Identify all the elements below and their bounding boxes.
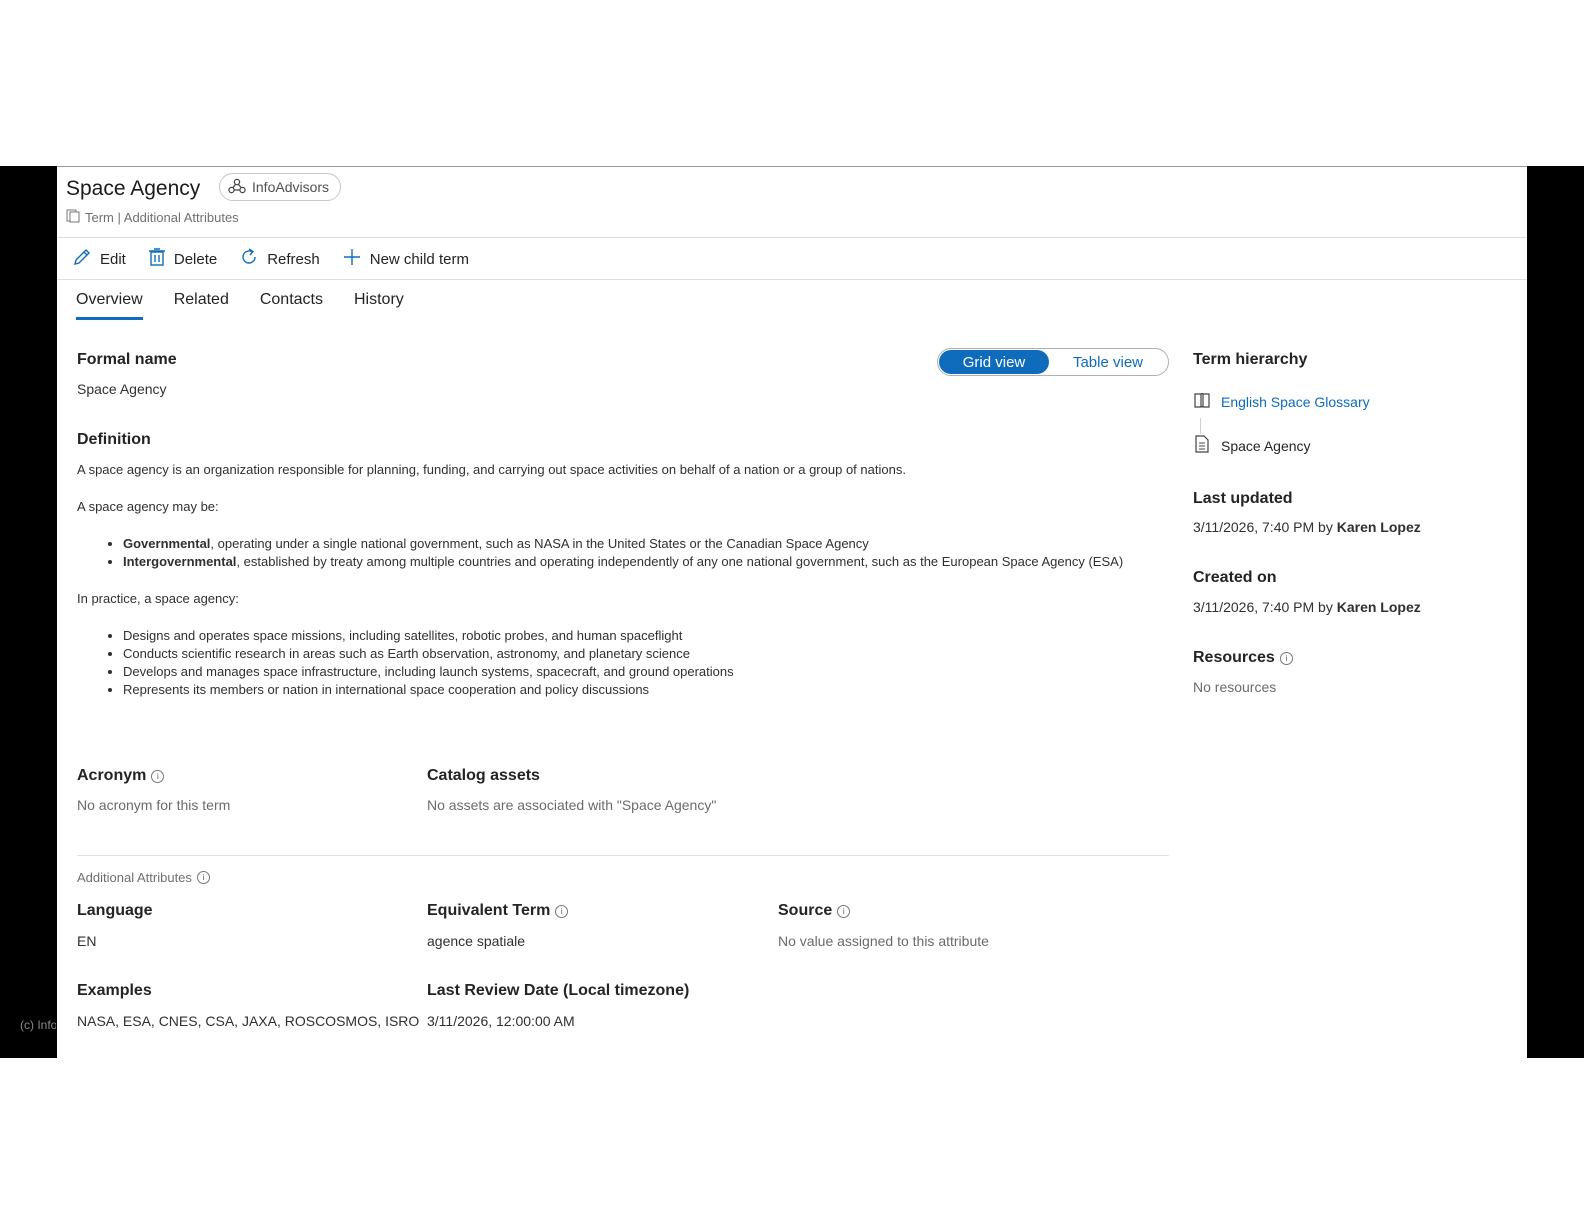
document-icon bbox=[1193, 435, 1211, 456]
list-item: Governmental, operating under a single n… bbox=[123, 535, 1127, 553]
definition-paragraph: A space agency is an organization respon… bbox=[77, 462, 906, 477]
last-updated-label: Last updated bbox=[1193, 490, 1293, 507]
created-on-user: Karen Lopez bbox=[1336, 599, 1421, 615]
copyright-text: (c) InfoAdvisors bbox=[20, 1018, 56, 1032]
hierarchy-term-item: Space Agency bbox=[1193, 435, 1311, 456]
list-item: Designs and operates space missions, inc… bbox=[123, 627, 1127, 645]
breadcrumb-text: Term | Additional Attributes bbox=[85, 210, 239, 225]
grid-view-button[interactable]: Grid view bbox=[939, 350, 1049, 374]
edit-icon bbox=[72, 247, 92, 271]
list-item-text: , operating under a single national gove… bbox=[210, 536, 869, 551]
agency-activity-list: Designs and operates space missions, inc… bbox=[77, 627, 1127, 699]
info-icon[interactable]: i bbox=[151, 769, 165, 783]
glossary-book-icon bbox=[1193, 391, 1211, 412]
catalog-assets-value: No assets are associated with "Space Age… bbox=[427, 797, 717, 813]
tab-bar: Overview Related Contacts History bbox=[76, 291, 404, 320]
terms-icon bbox=[66, 209, 80, 226]
equivalent-term-value: agence spatiale bbox=[427, 933, 526, 949]
tab-overview[interactable]: Overview bbox=[76, 291, 143, 320]
table-view-button[interactable]: Table view bbox=[1049, 350, 1167, 374]
definition-paragraph: In practice, a space agency: bbox=[77, 591, 239, 606]
last-updated-value: 3/11/2026, 7:40 PM by Karen Lopez bbox=[1193, 519, 1421, 535]
tab-contacts[interactable]: Contacts bbox=[260, 291, 323, 320]
page-title: Space Agency bbox=[66, 177, 201, 200]
definition-body: A space agency is an organization respon… bbox=[77, 461, 1127, 718]
list-item: Represents its members or nation in inte… bbox=[123, 681, 1127, 699]
term-hierarchy-label: Term hierarchy bbox=[1193, 351, 1308, 368]
examples-value: NASA, ESA, CNES, CSA, JAXA, ROSCOSMOS, I… bbox=[77, 1013, 420, 1029]
equivalent-term-label-row: Equivalent Term i bbox=[427, 902, 569, 920]
language-value: EN bbox=[77, 933, 97, 949]
created-on-label: Created on bbox=[1193, 569, 1277, 586]
list-item-bold: Governmental bbox=[123, 536, 211, 551]
plus-icon bbox=[342, 247, 362, 271]
refresh-button[interactable]: Refresh bbox=[239, 247, 320, 271]
domain-chip[interactable]: InfoAdvisors bbox=[219, 173, 342, 201]
formal-name-value: Space Agency bbox=[77, 381, 167, 397]
definition-paragraph: A space agency may be: bbox=[77, 499, 219, 514]
tab-history[interactable]: History bbox=[354, 291, 404, 320]
acronym-label: Acronym bbox=[77, 767, 147, 784]
list-item: Conducts scientific research in areas su… bbox=[123, 645, 1127, 663]
delete-label: Delete bbox=[173, 250, 218, 268]
hierarchy-connector bbox=[1200, 418, 1201, 434]
list-item: Intergovernmental, established by treaty… bbox=[123, 553, 1127, 571]
source-label: Source bbox=[778, 902, 833, 919]
header-divider bbox=[57, 237, 1527, 238]
formal-name-label: Formal name bbox=[77, 351, 177, 368]
section-divider bbox=[77, 855, 1169, 856]
edit-button[interactable]: Edit bbox=[72, 247, 126, 271]
domain-chip-label: InfoAdvisors bbox=[252, 179, 330, 195]
network-icon bbox=[228, 178, 246, 197]
command-bar: Edit Delete Refresh New child term bbox=[72, 247, 469, 271]
resources-value: No resources bbox=[1193, 679, 1277, 695]
equivalent-term-label: Equivalent Term bbox=[427, 902, 551, 919]
examples-label: Examples bbox=[77, 982, 152, 999]
hierarchy-glossary-item[interactable]: English Space Glossary bbox=[1193, 391, 1370, 412]
info-icon[interactable]: i bbox=[555, 904, 569, 918]
last-updated-user: Karen Lopez bbox=[1336, 519, 1421, 535]
catalog-assets-label: Catalog assets bbox=[427, 767, 540, 784]
acronym-label-row: Acronym i bbox=[77, 767, 165, 785]
delete-button[interactable]: Delete bbox=[148, 247, 217, 271]
toolbar-divider bbox=[57, 279, 1527, 280]
list-item: Develops and manages space infrastructur… bbox=[123, 663, 1127, 681]
resources-label: Resources bbox=[1193, 649, 1275, 666]
term-details-panel: Space Agency InfoAdvisors Term | Additio… bbox=[57, 166, 1527, 1059]
new-child-term-label: New child term bbox=[369, 250, 469, 268]
info-icon[interactable]: i bbox=[837, 904, 851, 918]
delete-icon bbox=[148, 247, 166, 271]
created-on-value: 3/11/2026, 7:40 PM by Karen Lopez bbox=[1193, 599, 1421, 615]
breadcrumb: Term | Additional Attributes bbox=[66, 209, 239, 226]
acronym-value: No acronym for this term bbox=[77, 797, 231, 813]
resources-label-row: Resources i bbox=[1193, 649, 1293, 667]
hierarchy-term-label: Space Agency bbox=[1221, 437, 1311, 454]
additional-attributes-label: Additional Attributes bbox=[77, 870, 192, 885]
list-item-bold: Intergovernmental bbox=[123, 554, 237, 569]
info-icon[interactable]: i bbox=[196, 871, 210, 884]
source-label-row: Source i bbox=[778, 902, 851, 920]
language-label: Language bbox=[77, 902, 153, 919]
refresh-icon bbox=[239, 247, 259, 271]
definition-label: Definition bbox=[77, 431, 151, 448]
new-child-term-button[interactable]: New child term bbox=[342, 247, 469, 271]
additional-attributes-header: Additional Attributes i bbox=[77, 870, 210, 885]
last-review-date-value: 3/11/2026, 12:00:00 AM bbox=[427, 1013, 575, 1029]
refresh-label: Refresh bbox=[267, 250, 320, 268]
info-icon[interactable]: i bbox=[1279, 651, 1293, 665]
list-item-text: , established by treaty among multiple c… bbox=[236, 554, 1124, 569]
last-review-date-label: Last Review Date (Local timezone) bbox=[427, 982, 690, 999]
agency-type-list: Governmental, operating under a single n… bbox=[77, 535, 1127, 571]
source-value: No value assigned to this attribute bbox=[778, 933, 989, 949]
created-on-date: 3/11/2026, 7:40 PM by bbox=[1193, 599, 1337, 615]
view-toggle: Grid view Table view bbox=[937, 348, 1169, 376]
tab-related[interactable]: Related bbox=[174, 291, 229, 320]
last-updated-date: 3/11/2026, 7:40 PM by bbox=[1193, 519, 1337, 535]
edit-label: Edit bbox=[100, 250, 126, 268]
glossary-link[interactable]: English Space Glossary bbox=[1221, 394, 1370, 410]
